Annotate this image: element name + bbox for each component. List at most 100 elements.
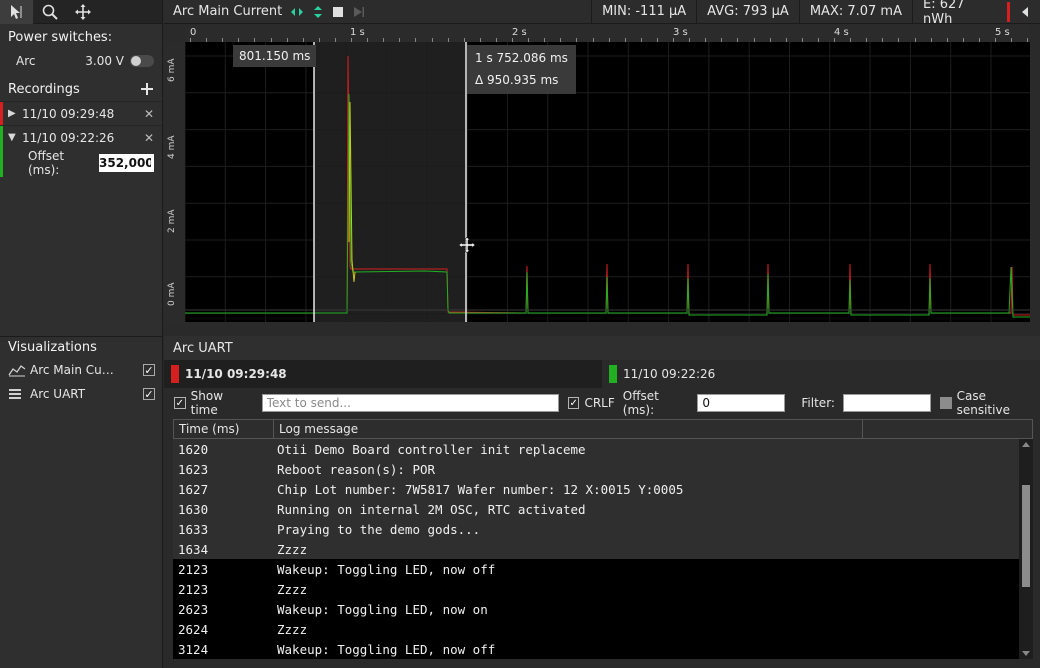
log-row[interactable]: 1634 Zzzz	[173, 539, 1019, 559]
crlf-checkbox[interactable]	[567, 397, 580, 409]
send-text-input[interactable]	[261, 394, 559, 412]
play-step-icon[interactable]	[353, 6, 365, 18]
log-row[interactable]: 1633 Praying to the demo gods...	[173, 519, 1019, 539]
visualization-label: Arc Main Current	[30, 363, 114, 377]
log-row[interactable]: 1623 Reboot reason(s): POR	[173, 459, 1019, 479]
visualizations-heading: Visualizations	[0, 336, 163, 358]
y-tick-label: 2 mA	[167, 209, 177, 233]
toolbar	[0, 0, 162, 24]
recording-color-marker	[609, 365, 617, 383]
log-row[interactable]: 2123 Zzzz	[173, 579, 1019, 599]
time-tick-label: 4 s	[834, 27, 849, 38]
visualization-checkbox[interactable]	[143, 364, 155, 376]
collapse-panel-button[interactable]	[1010, 0, 1040, 24]
offset-label: Offset (ms):	[28, 149, 65, 177]
visualization-label: Arc UART	[30, 387, 86, 401]
current-plot[interactable]: 801.150 ms 1 s 752.086 ms Δ 950.935 ms	[185, 42, 1030, 322]
recording-offset-row: Offset (ms):	[0, 149, 162, 177]
log-message: Zzzz	[277, 581, 308, 597]
show-time-checkbox[interactable]	[174, 397, 186, 409]
column-header-time[interactable]: Time (ms)	[173, 419, 274, 439]
recording-offset-input[interactable]	[99, 154, 154, 172]
fit-vertical-icon[interactable]	[313, 5, 323, 19]
log-message: Wakeup: Toggling LED, now off	[277, 641, 496, 657]
log-row[interactable]: 2623 Wakeup: Toggling LED, now on	[173, 599, 1019, 619]
power-voltage: 3.00 V	[85, 54, 124, 68]
close-icon[interactable]: ✕	[144, 131, 154, 145]
uart-log-table[interactable]: Time (ms) Log message 1620 Otii Demo Boar…	[173, 419, 1033, 659]
log-row[interactable]: 2123 Wakeup: Toggling LED, now off	[173, 559, 1019, 579]
visualization-item-uart[interactable]: Arc UART	[0, 382, 163, 406]
log-row[interactable]: 1627 Chip Lot number: 7W5817 Wafer number…	[173, 479, 1019, 499]
log-message: Wakeup: Toggling LED, now on	[277, 601, 488, 617]
log-message: Running on internal 2M OSC, RTC activate…	[277, 501, 586, 517]
zoom-tool-button[interactable]	[33, 0, 66, 24]
current-waveform[interactable]	[185, 42, 1030, 322]
log-time: 1620	[178, 441, 209, 457]
log-row[interactable]: 2624 Zzzz	[173, 619, 1019, 639]
case-sensitive-label: Case sensitive	[956, 389, 1010, 417]
current-axis[interactable]: 0 mA 2 mA 4 mA 6 mA	[164, 42, 185, 322]
log-time: 3124	[178, 641, 209, 657]
recording-row-1[interactable]: ▶ 11/10 09:29:48 ✕	[0, 101, 162, 125]
log-scroll-thumb[interactable]	[1022, 485, 1030, 587]
recording-label: 11/10 09:29:48	[22, 106, 115, 121]
time-tick-label: 2 s	[512, 27, 527, 38]
log-message: Praying to the demo gods...	[277, 521, 481, 537]
scroll-down-arrow-icon[interactable]	[1022, 651, 1030, 656]
stat-energy: E: 627 nWh	[912, 0, 1007, 27]
sidebar: Power switches: Arc 3.00 V Recordings ▶ …	[0, 0, 163, 668]
uart-tab-recording-2[interactable]: 11/10 09:22:26	[602, 360, 1040, 388]
uart-offset-input[interactable]	[697, 394, 786, 412]
chart-header: Arc Main Current MIN: -111 µA AVG: 793 µ…	[164, 0, 1040, 27]
power-switch-arc: Arc 3.00 V	[0, 49, 162, 73]
visualization-item-main-current[interactable]: Arc Main Current	[0, 358, 163, 382]
add-recording-icon[interactable]	[140, 82, 154, 96]
uart-tab-label: 11/10 09:22:26	[623, 367, 716, 381]
y-tick-label: 0 mA	[167, 282, 177, 306]
stop-icon[interactable]	[332, 6, 344, 18]
log-row[interactable]: 3124 Wakeup: Toggling LED, now off	[173, 639, 1019, 659]
log-row[interactable]: 1630 Running on internal 2M OSC, RTC acti…	[173, 499, 1019, 519]
filter-input[interactable]	[842, 394, 931, 412]
log-table-body[interactable]: 1620 Otii Demo Board controller init repl…	[173, 439, 1019, 659]
time-tick-label: 3 s	[673, 27, 688, 38]
column-header-empty	[863, 419, 1033, 439]
uart-tab-recording-1[interactable]: 11/10 09:29:48	[171, 360, 287, 388]
close-icon[interactable]: ✕	[144, 107, 154, 121]
trace-recording-2	[185, 93, 1030, 318]
power-toggle[interactable]	[130, 55, 154, 67]
recording-row-2[interactable]: ▼ 11/10 09:22:26 ✕	[0, 125, 162, 177]
recordings-heading: Recordings	[0, 77, 162, 101]
uart-controls: Show time CRLF Offset (ms): Filter: Case…	[164, 389, 1040, 417]
show-time-label: Show time	[190, 389, 224, 417]
collapse-caret-icon[interactable]: ▼	[8, 132, 22, 143]
trace-recording-1	[185, 55, 1030, 316]
uart-tab-label: 11/10 09:29:48	[185, 367, 287, 381]
power-switch-label: Arc	[16, 54, 36, 68]
y-tick-label: 6 mA	[167, 58, 177, 82]
expand-caret-icon[interactable]: ▶	[8, 108, 22, 119]
recordings-label: Recordings	[8, 81, 80, 97]
log-time: 1627	[178, 481, 209, 497]
fit-horizontal-icon[interactable]	[290, 7, 304, 17]
visualization-checkbox[interactable]	[143, 388, 155, 400]
time-tick-label: 1 s	[350, 27, 365, 38]
column-header-message[interactable]: Log message	[274, 419, 863, 439]
time-axis[interactable]: 0 1 s 2 s 3 s 4 s 5 s	[185, 25, 1030, 42]
log-time: 1630	[178, 501, 209, 517]
select-tool-button[interactable]	[0, 0, 33, 24]
chart-title: Arc Main Current	[173, 4, 283, 19]
log-table-header: Time (ms) Log message	[173, 419, 1033, 439]
case-sensitive-checkbox[interactable]	[939, 397, 952, 409]
log-message: Wakeup: Toggling LED, now off	[277, 561, 496, 577]
pan-tool-button[interactable]	[66, 0, 99, 24]
list-icon	[9, 389, 21, 399]
log-row[interactable]: 1620 Otii Demo Board controller init repl…	[173, 439, 1019, 459]
scroll-up-arrow-icon[interactable]	[1022, 442, 1030, 447]
log-time: 1634	[178, 541, 209, 557]
log-scrollbar[interactable]	[1019, 439, 1033, 659]
log-message: Zzzz	[277, 621, 308, 637]
crlf-label: CRLF	[584, 396, 615, 410]
log-time: 2623	[178, 601, 209, 617]
